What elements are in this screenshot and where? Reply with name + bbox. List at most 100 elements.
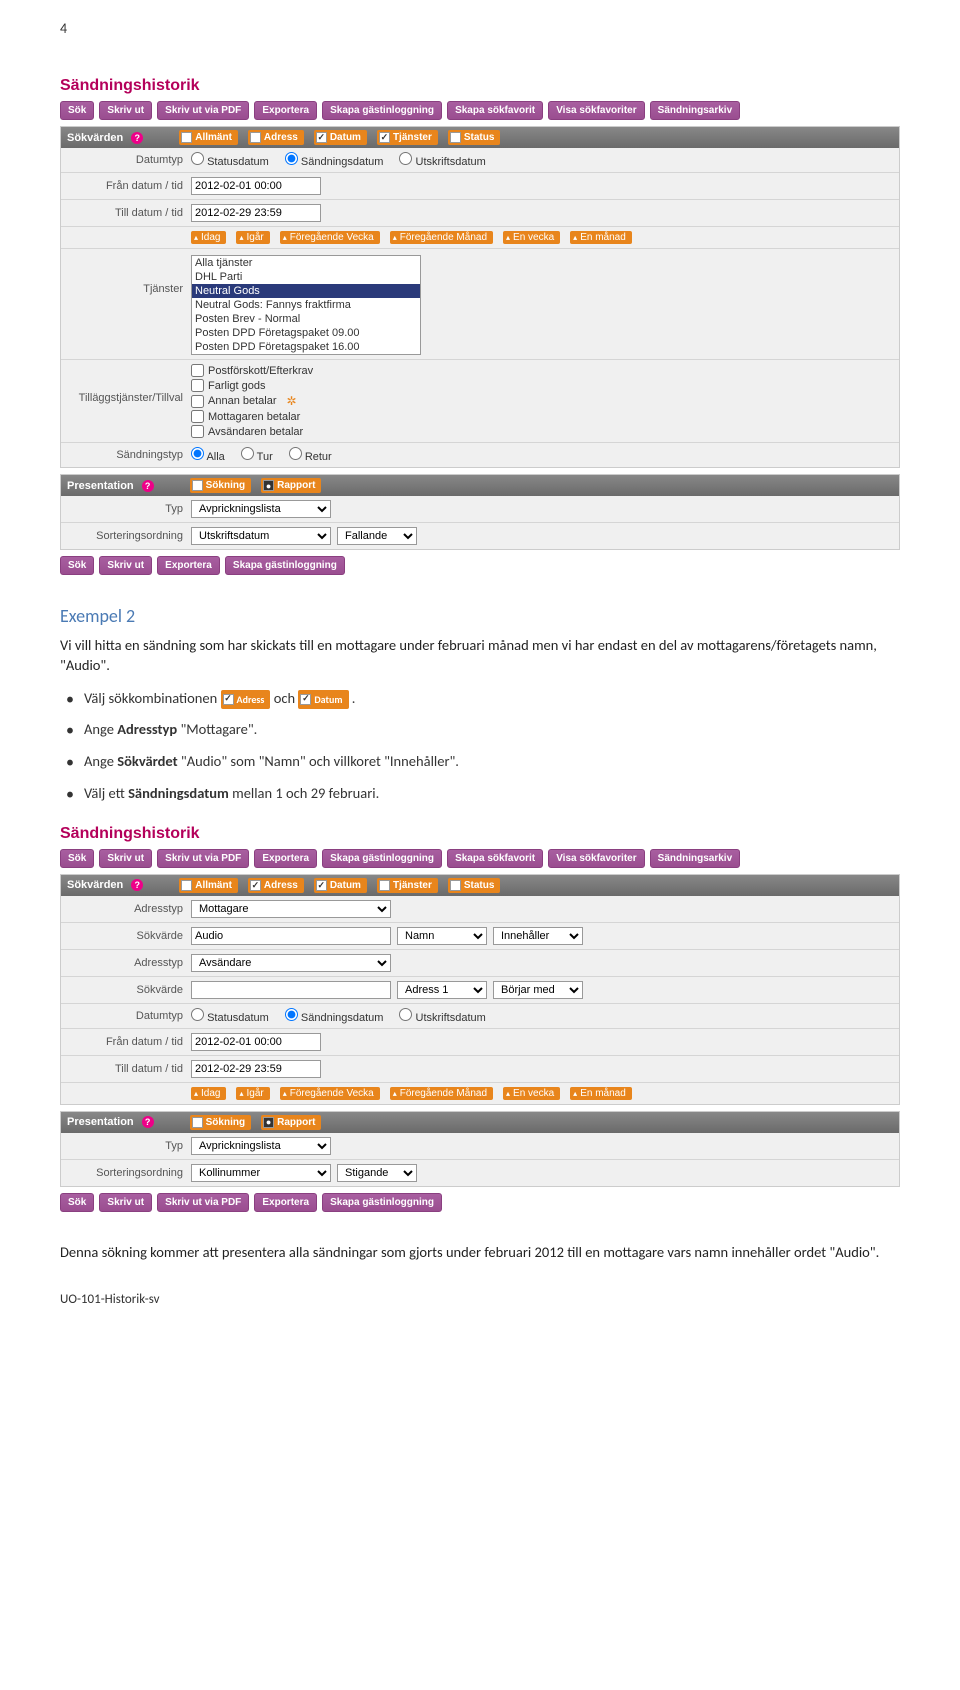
radio-statusdatum[interactable]: Statusdatum: [191, 1008, 269, 1024]
radio-sandningsdatum[interactable]: Sändningsdatum: [285, 1008, 384, 1024]
sort-dir-select[interactable]: Stigande: [337, 1164, 417, 1182]
btn-arkiv[interactable]: Sändningsarkiv: [650, 849, 740, 868]
tab-allmant[interactable]: Allmänt: [179, 878, 238, 893]
btn-visa-sokfav[interactable]: Visa sökfavoriter: [548, 849, 644, 868]
btn-exportera[interactable]: Exportera: [254, 849, 317, 868]
quick-enmanad[interactable]: ▴En månad: [570, 231, 632, 244]
radio-sandningsdatum[interactable]: Sändningsdatum: [285, 152, 384, 168]
btn-exportera[interactable]: Exportera: [157, 556, 220, 575]
quick-envecka[interactable]: ▴En vecka: [503, 231, 560, 244]
sort-field-select[interactable]: Utskriftsdatum: [191, 527, 331, 545]
btn-gastinlogg[interactable]: Skapa gästinloggning: [322, 101, 442, 120]
help-icon[interactable]: ?: [131, 879, 143, 891]
fran-input[interactable]: [191, 177, 321, 195]
match-select-2[interactable]: Börjar med: [493, 981, 583, 999]
quick-enmanad[interactable]: ▴En månad: [570, 1087, 632, 1100]
field-select-2[interactable]: Adress 1: [397, 981, 487, 999]
gear-icon[interactable]: ✲: [287, 394, 297, 408]
btn-skrivut-pdf[interactable]: Skriv ut via PDF: [157, 101, 249, 120]
till-input[interactable]: [191, 204, 321, 222]
datumtyp-label: Datumtyp: [61, 154, 191, 166]
sokvarde-input-1[interactable]: [191, 927, 391, 945]
quick-fmanad[interactable]: ▴Föregående Månad: [390, 231, 493, 244]
btn-gastinlogg[interactable]: Skapa gästinloggning: [322, 849, 442, 868]
btn-sokfavorit[interactable]: Skapa sökfavorit: [447, 849, 543, 868]
tjanster-listbox[interactable]: Alla tjänster DHL Parti Neutral Gods Neu…: [191, 255, 421, 355]
radio-statusdatum[interactable]: Statusdatum: [191, 152, 269, 168]
bullet-3: Ange Sökvärdet "Audio" som "Namn" och vi…: [84, 751, 900, 773]
tab-sokning[interactable]: Sökning: [190, 478, 251, 493]
tab-rapport[interactable]: ●Rapport: [261, 1115, 321, 1130]
sort-field-select[interactable]: Kollinummer: [191, 1164, 331, 1182]
tab-sokning[interactable]: Sökning: [190, 1115, 251, 1130]
sandningstyp-label: Sändningstyp: [61, 449, 191, 461]
adresstyp-select-1[interactable]: Mottagare: [191, 900, 391, 918]
quick-idag[interactable]: ▴Idag: [191, 1087, 226, 1100]
tab-datum[interactable]: ✓Datum: [314, 130, 367, 145]
tab-datum[interactable]: ✓Datum: [314, 878, 367, 893]
tab-adress[interactable]: ✓Adress: [248, 878, 304, 893]
sokvarden-label: Sökvärden: [67, 879, 123, 891]
help-icon[interactable]: ?: [142, 480, 154, 492]
typ-select[interactable]: Avprickningslista: [191, 1137, 331, 1155]
till-input[interactable]: [191, 1060, 321, 1078]
btn-sok[interactable]: Sök: [60, 556, 94, 575]
quick-fvecka[interactable]: ▴Föregående Vecka: [280, 1087, 380, 1100]
btn-gastinlogg[interactable]: Skapa gästinloggning: [225, 556, 345, 575]
sort-dir-select[interactable]: Fallande: [337, 527, 417, 545]
sort-label: Sorteringsordning: [61, 530, 191, 542]
btn-skrivut-pdf[interactable]: Skriv ut via PDF: [157, 849, 249, 868]
help-icon[interactable]: ?: [142, 1116, 154, 1128]
presentation-header: Presentation ? Sökning ●Rapport: [61, 1112, 899, 1133]
btn-gastinlogg[interactable]: Skapa gästinloggning: [322, 1193, 442, 1212]
sokvarde-input-2[interactable]: [191, 981, 391, 999]
tab-adress[interactable]: Adress: [248, 130, 304, 145]
typ-select[interactable]: Avprickningslista: [191, 500, 331, 518]
screenshot-2: Sändningshistorik Sök Skriv ut Skriv ut …: [60, 825, 900, 1212]
btn-arkiv[interactable]: Sändningsarkiv: [650, 101, 740, 120]
quick-envecka[interactable]: ▴En vecka: [503, 1087, 560, 1100]
quick-fmanad[interactable]: ▴Föregående Månad: [390, 1087, 493, 1100]
chk-farligt[interactable]: Farligt gods: [191, 379, 265, 392]
tab-tjanster[interactable]: ✓Tjänster: [377, 130, 438, 145]
btn-skrivut[interactable]: Skriv ut: [99, 1193, 152, 1212]
fran-label: Från datum / tid: [61, 1036, 191, 1048]
btn-exportera[interactable]: Exportera: [254, 101, 317, 120]
quick-idag[interactable]: ▴Idag: [191, 231, 226, 244]
btn-sok[interactable]: Sök: [60, 849, 94, 868]
btn-visa-sokfav[interactable]: Visa sökfavoriter: [548, 101, 644, 120]
btn-exportera[interactable]: Exportera: [254, 1193, 317, 1212]
btn-skrivut[interactable]: Skriv ut: [99, 849, 152, 868]
radio-tur[interactable]: Tur: [241, 447, 273, 463]
field-select-1[interactable]: Namn: [397, 927, 487, 945]
chk-avsandaren[interactable]: Avsändaren betalar: [191, 425, 303, 438]
radio-alla[interactable]: Alla: [191, 447, 225, 463]
fran-input[interactable]: [191, 1033, 321, 1051]
tab-status[interactable]: Status: [448, 878, 501, 893]
match-select-1[interactable]: Innehåller: [493, 927, 583, 945]
chk-postforskott[interactable]: Postförskott/Efterkrav: [191, 364, 313, 377]
adresstyp-label: Adresstyp: [61, 957, 191, 969]
quick-fvecka[interactable]: ▴Föregående Vecka: [280, 231, 380, 244]
tab-allmant[interactable]: Allmänt: [179, 130, 238, 145]
tab-rapport[interactable]: ●Rapport: [261, 478, 321, 493]
quick-igar[interactable]: ▴Igår: [236, 1087, 269, 1100]
btn-sokfavorit[interactable]: Skapa sökfavorit: [447, 101, 543, 120]
tab-status[interactable]: Status: [448, 130, 501, 145]
btn-sok[interactable]: Sök: [60, 101, 94, 120]
btn-skrivut[interactable]: Skriv ut: [99, 101, 152, 120]
radio-utskriftsdatum[interactable]: Utskriftsdatum: [399, 152, 485, 168]
btn-skrivut[interactable]: Skriv ut: [99, 556, 152, 575]
btn-skrivut-pdf[interactable]: Skriv ut via PDF: [157, 1193, 249, 1212]
inline-badge-datum: ✓Datum: [298, 690, 348, 709]
quick-igar[interactable]: ▴Igår: [236, 231, 269, 244]
radio-retur[interactable]: Retur: [289, 447, 332, 463]
help-icon[interactable]: ?: [131, 132, 143, 144]
tab-tjanster[interactable]: Tjänster: [377, 878, 438, 893]
closing-text: Denna sökning kommer att presentera alla…: [60, 1242, 900, 1262]
btn-sok[interactable]: Sök: [60, 1193, 94, 1212]
radio-utskriftsdatum[interactable]: Utskriftsdatum: [399, 1008, 485, 1024]
chk-annan[interactable]: Annan betalar✲: [191, 394, 297, 408]
adresstyp-select-2[interactable]: Avsändare: [191, 954, 391, 972]
chk-mottagaren[interactable]: Mottagaren betalar: [191, 410, 300, 423]
